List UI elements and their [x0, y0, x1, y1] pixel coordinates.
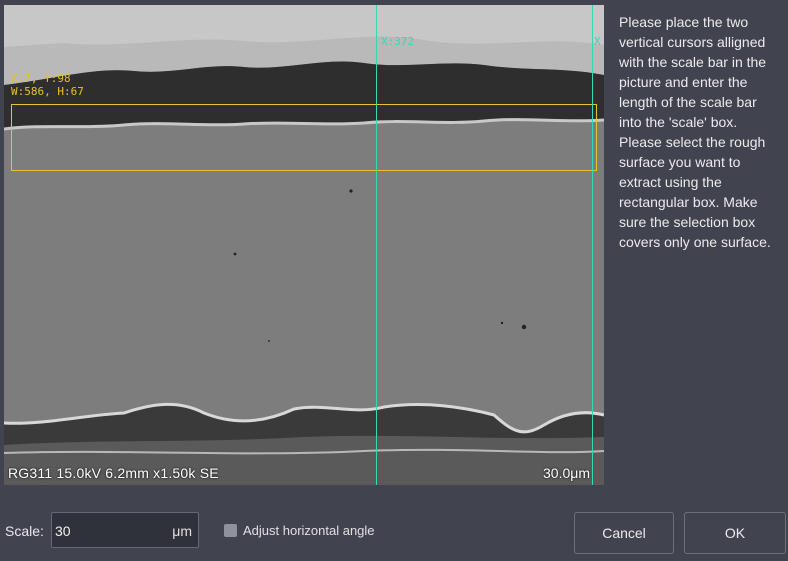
scale-field[interactable]: μm [51, 512, 199, 548]
vertical-cursor-left[interactable] [376, 5, 377, 485]
selection-readout-position: X:7, Y:98 [11, 72, 71, 85]
cancel-button[interactable]: Cancel [574, 512, 674, 554]
scale-unit: μm [172, 523, 192, 539]
vertical-cursor-right[interactable] [592, 5, 593, 485]
adjust-angle-checkbox[interactable] [224, 524, 237, 537]
cursor-right-label: X [594, 35, 601, 48]
sem-scale-label: 30.0μm [543, 465, 590, 481]
selection-box[interactable] [11, 104, 597, 171]
cursor-left-label: X:372 [381, 35, 415, 48]
scale-input[interactable] [55, 522, 155, 540]
sem-micrograph [4, 5, 604, 485]
sem-info-label: RG311 15.0kV 6.2mm x1.50k SE [8, 465, 219, 481]
sem-image-canvas[interactable]: X:7, Y:98 W:586, H:67 X:372 X RG311 15.0… [4, 5, 604, 485]
scale-label: Scale: [5, 523, 44, 539]
selection-readout-size: W:586, H:67 [11, 85, 84, 98]
adjust-angle-label[interactable]: Adjust horizontal angle [243, 523, 375, 538]
instructions-text: Please place the two vertical cursors al… [619, 14, 771, 250]
ok-button[interactable]: OK [684, 512, 786, 554]
selection-readout: X:7, Y:98 W:586, H:67 [11, 72, 84, 98]
